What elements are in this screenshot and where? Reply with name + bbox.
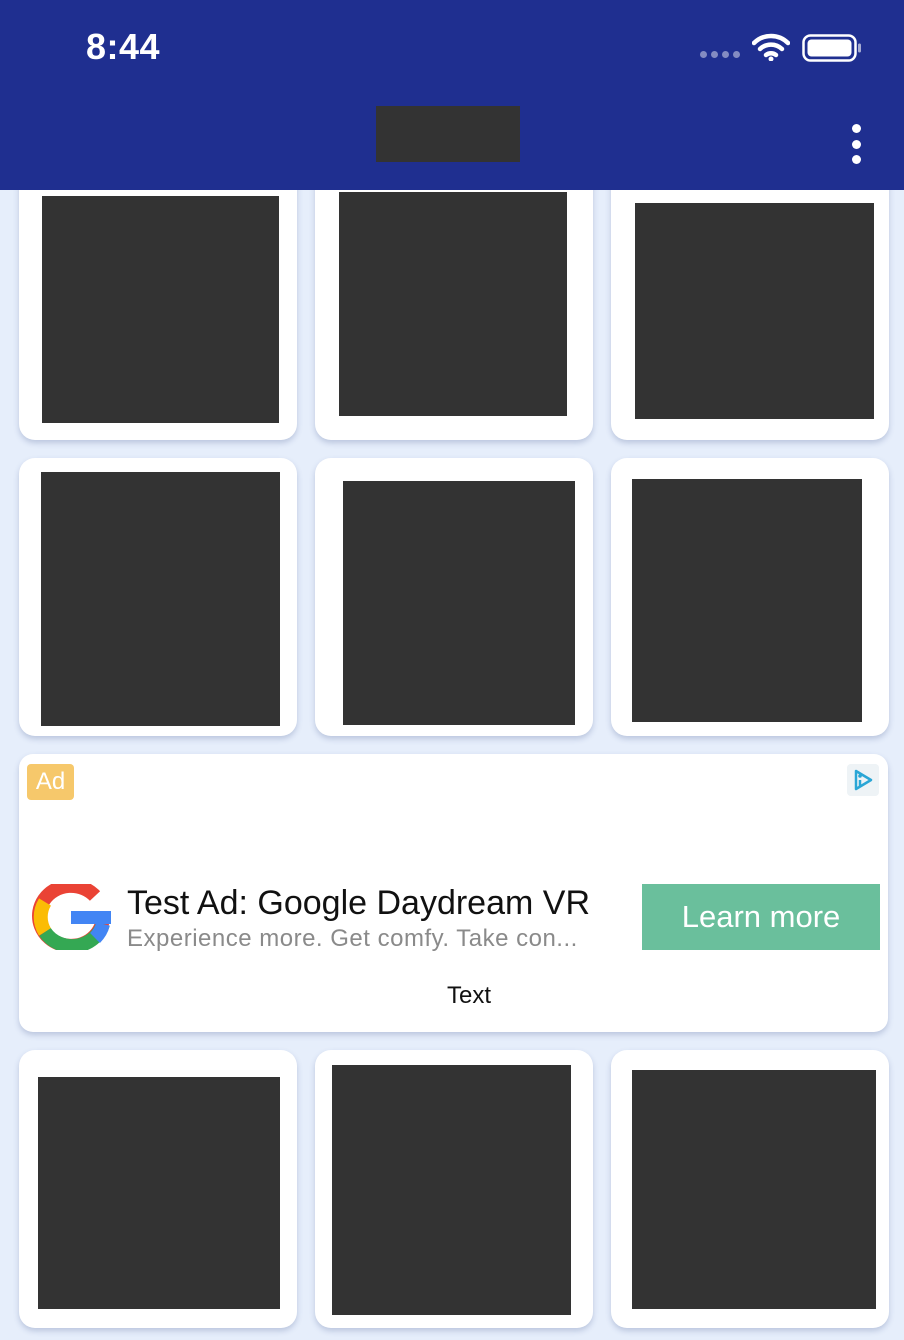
grid-tile[interactable]: [611, 1050, 889, 1328]
tile-image-redacted: [41, 472, 280, 726]
google-g-icon: [32, 884, 111, 950]
wifi-icon: [752, 33, 790, 61]
grid-tile[interactable]: [315, 1050, 593, 1328]
app-title-redacted: [376, 106, 520, 162]
grid-tile[interactable]: [315, 162, 593, 440]
tile-image-redacted: [635, 203, 874, 419]
tile-image-redacted: [38, 1077, 280, 1309]
app-bar: 8:44: [0, 0, 904, 190]
tile-image-redacted: [339, 192, 567, 416]
tile-image-redacted: [332, 1065, 571, 1315]
grid-tile[interactable]: [19, 1050, 297, 1328]
learn-more-button[interactable]: Learn more: [642, 884, 880, 950]
ad-footer-text: Text: [446, 982, 491, 1009]
grid-tile[interactable]: [19, 162, 297, 440]
grid-tile[interactable]: [611, 458, 889, 736]
native-ad[interactable]: Ad Test Ad: Google Daydream VR Experienc…: [19, 754, 888, 1032]
more-vertical-icon[interactable]: [838, 120, 874, 168]
ad-badge: Ad: [27, 764, 74, 800]
grid-tile[interactable]: [315, 458, 593, 736]
grid-tile[interactable]: [19, 458, 297, 736]
battery-icon: [802, 34, 861, 62]
cellular-signal-icon: [700, 51, 740, 58]
tile-image-redacted: [632, 1070, 876, 1309]
adchoices-icon[interactable]: [847, 764, 879, 796]
tile-image-redacted: [632, 479, 862, 722]
ad-body: Experience more. Get comfy. Take con...: [127, 925, 578, 952]
tile-image-redacted: [343, 481, 575, 725]
ad-headline[interactable]: Test Ad: Google Daydream VR: [127, 884, 590, 923]
grid-tile[interactable]: [611, 162, 889, 440]
tile-image-redacted: [42, 196, 279, 423]
status-time: 8:44: [86, 26, 161, 67]
